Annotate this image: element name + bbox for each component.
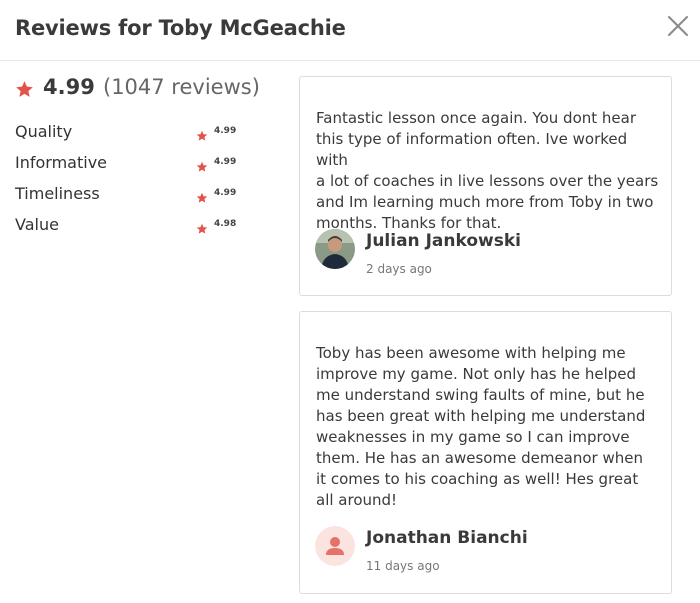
review-text: Fantastic lesson once again. You dont he… (316, 108, 661, 234)
metric-value: 4.99 (214, 126, 237, 136)
review-count: (1047 reviews) (103, 75, 260, 99)
review-date: 2 days ago (366, 262, 432, 276)
metric-timeliness: Timeliness 4.99 (15, 184, 245, 206)
review-author: Julian Jankowski (366, 231, 521, 251)
metric-quality: Quality 4.99 (15, 122, 245, 144)
metric-value: 4.98 (214, 219, 237, 229)
review-text-line: improve my game. Not only has he helped (316, 365, 637, 383)
review-text-line: them. He has an awesome demeanor when (316, 449, 643, 467)
metric-label: Timeliness (15, 184, 100, 203)
metric-label: Quality (15, 122, 73, 141)
star-icon (196, 220, 208, 234)
modal-header: Reviews for Toby McGeachie (0, 0, 700, 61)
review-date: 11 days ago (366, 559, 440, 573)
metric-label: Informative (15, 153, 107, 172)
metric-value-rating: Value 4.98 (15, 215, 245, 237)
modal-title: Reviews for Toby McGeachie (15, 16, 346, 40)
star-icon (15, 80, 34, 99)
default-user-icon (315, 526, 355, 566)
review-text-line: this type of information often. Ive work… (316, 130, 628, 169)
review-card: Fantastic lesson once again. You dont he… (299, 76, 672, 296)
metric-informative: Informative 4.99 (15, 153, 245, 175)
close-icon[interactable] (665, 13, 691, 39)
overall-score: 4.99 (43, 75, 95, 99)
metric-value: 4.99 (214, 188, 237, 198)
star-icon (196, 158, 208, 172)
metric-label: Value (15, 215, 59, 234)
review-text-line: has been great with helping me understan… (316, 407, 646, 425)
review-text-line: it comes to his coaching as well! Hes gr… (316, 470, 639, 488)
review-text-line: and Im learning much more from Toby in t… (316, 193, 654, 211)
review-text: Toby has been awesome with helping me im… (316, 343, 661, 511)
star-icon (196, 127, 208, 141)
avatar (315, 229, 355, 269)
review-text-line: weaknesses in my game so I can improve (316, 428, 630, 446)
review-text-line: a lot of coaches in live lessons over th… (316, 172, 659, 190)
star-icon (196, 189, 208, 203)
review-card: Toby has been awesome with helping me im… (299, 311, 672, 594)
review-text-line: Fantastic lesson once again. You dont he… (316, 109, 636, 127)
metric-value: 4.99 (214, 157, 237, 167)
review-author: Jonathan Bianchi (366, 528, 528, 548)
review-text-line: all around! (316, 491, 398, 509)
review-text-line: me understand swing faults of mine, but … (316, 386, 645, 404)
review-text-line: Toby has been awesome with helping me (316, 344, 626, 362)
